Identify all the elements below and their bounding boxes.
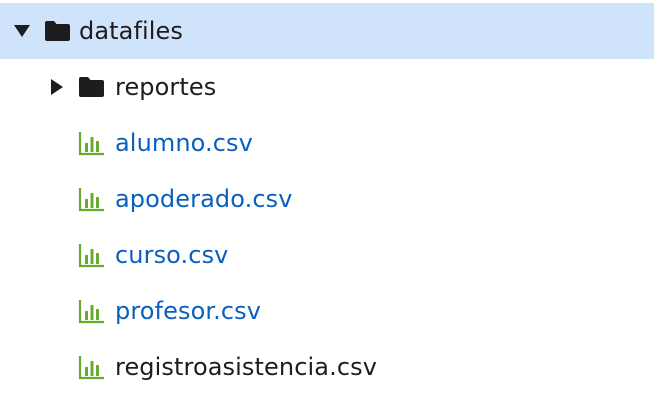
tree-item-label: apoderado.csv [115,185,293,213]
tree-item-label: profesor.csv [115,297,262,325]
folder-icon [78,76,105,98]
tree-item-file[interactable]: alumno.csv [0,115,654,171]
tree-item-file[interactable]: profesor.csv [0,283,654,339]
tree-item-file[interactable]: curso.csv [0,227,654,283]
tree-item-file[interactable]: registroasistencia.csv [0,339,654,395]
tree-item-label: registroasistencia.csv [115,353,378,381]
chevron-right-icon[interactable] [48,78,66,96]
tree-item-label: curso.csv [115,241,229,269]
chevron-down-icon[interactable] [13,22,31,40]
chart-file-icon [78,354,104,380]
chart-file-icon [78,130,104,156]
tree-item-label: datafiles [79,17,184,45]
chart-file-icon [78,242,104,268]
chart-file-icon [78,186,104,212]
tree-item-datafiles[interactable]: datafiles [0,3,654,59]
tree-item-reportes[interactable]: reportes [0,59,654,115]
chart-file-icon [78,298,104,324]
tree-item-label: reportes [115,73,217,101]
tree-item-file[interactable]: apoderado.csv [0,171,654,227]
tree-item-label: alumno.csv [115,129,253,157]
file-tree: datafiles reportes alumno.csv apoderado.… [0,0,654,402]
folder-icon [44,20,71,42]
